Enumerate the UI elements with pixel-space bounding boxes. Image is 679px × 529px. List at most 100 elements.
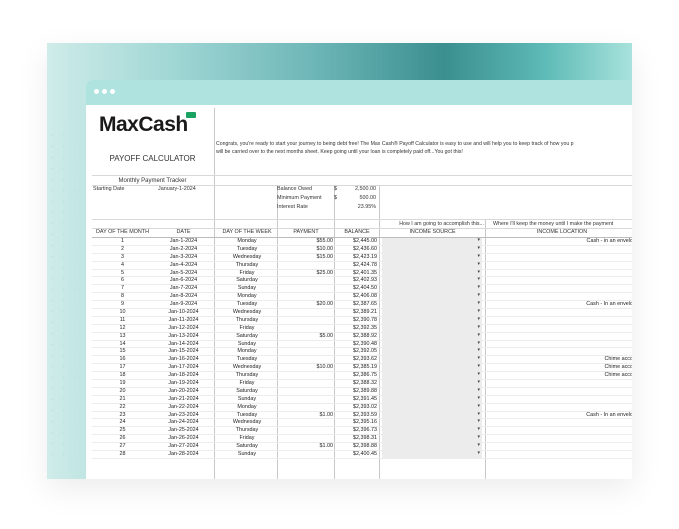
date-cell: Jan-27-2024 [168,443,199,450]
income-source-dropdown[interactable]: ▾ [382,402,482,411]
grid-divider [92,219,632,220]
table-row: 15 Jan-15-2024 Monday $2,392.05 ▾ [92,347,632,357]
income-source-dropdown[interactable]: ▾ [382,245,482,253]
day-of-month-cell: 19 [119,380,126,387]
day-of-week-cell: Friday [239,435,255,442]
chevron-down-icon: ▾ [477,355,480,362]
income-source-dropdown[interactable]: ▾ [382,276,482,285]
day-of-month-cell: 6 [121,277,124,284]
balance-cell: $2,401.35 [353,269,377,276]
window-control-dot[interactable] [110,89,115,94]
date-cell: Jan-26-2024 [168,435,199,442]
income-source-dropdown[interactable]: ▾ [382,355,482,364]
day-of-month-cell: 14 [119,340,126,347]
spreadsheet: MaxCash PAYOFF CALCULATOR Congrats, you'… [92,108,632,479]
income-source-dropdown[interactable]: ▾ [382,450,482,459]
income-source-dropdown[interactable]: ▾ [382,442,482,451]
date-cell: Jan-15-2024 [168,348,199,355]
income-source-dropdown[interactable]: ▾ [382,331,482,340]
day-of-month-cell: 15 [119,348,126,355]
day-of-month-cell: 17 [119,364,126,371]
income-source-dropdown[interactable]: ▾ [382,300,482,309]
income-source-dropdown[interactable]: ▾ [382,340,482,348]
balance-cell: $2,398.31 [353,435,377,442]
day-of-week-cell: Wednesday [232,364,262,371]
payment-rows: 1 Jan-1-2024 Monday $55.00 $2,445.00 Cash - i… [92,237,632,459]
income-source-dropdown[interactable]: ▾ [382,363,482,372]
income-location-cell[interactable]: Cash - In an envelop [488,412,632,419]
date-cell: Jan-24-2024 [168,419,199,426]
income-source-dropdown[interactable]: ▾ [382,324,482,332]
day-of-week-cell: Thursday [235,427,259,434]
payment-cell[interactable]: $5.00 [278,333,334,340]
minimum-payment-currency: $ [334,195,337,201]
day-of-week-cell: Wednesday [232,253,262,260]
income-source-dropdown[interactable]: ▾ [382,261,482,269]
income-source-dropdown[interactable]: ▾ [382,410,482,419]
balance-owed-value[interactable]: 2,500.00 [346,186,376,192]
income-source-dropdown[interactable]: ▾ [382,316,482,324]
balance-cell: $2,402.93 [353,277,377,284]
table-row: 20 Jan-20-2024 Saturday $2,389.88 ▾ [92,387,632,396]
payment-cell[interactable]: $10.00 [278,246,334,253]
payment-cell[interactable]: $25.00 [278,270,334,277]
income-source-dropdown[interactable]: ▾ [382,426,482,435]
income-source-dropdown[interactable]: ▾ [382,292,482,301]
payment-cell[interactable]: $1.00 [278,443,334,450]
chevron-down-icon: ▾ [477,402,480,409]
income-location-cell[interactable]: Cash - In an envelop [488,301,632,308]
window-control-dot[interactable] [102,89,107,94]
date-cell: Jan-23-2024 [168,411,199,418]
income-source-dropdown[interactable]: ▾ [382,269,482,277]
payment-cell[interactable]: $15.00 [278,254,334,261]
starting-date-value[interactable]: January-1-2024 [158,186,196,192]
date-cell: Jan-5-2024 [169,269,198,276]
date-cell: Jan-13-2024 [168,332,199,339]
day-of-week-cell: Saturday [236,277,258,284]
income-location-cell[interactable]: Chime accou [488,364,632,371]
payment-cell[interactable]: $55.00 [278,238,334,245]
date-cell: Jan-4-2024 [169,261,198,268]
table-row: 16 Jan-16-2024 Tuesday $2,393.62 Chime accou… [92,355,632,365]
balance-cell: $2,396.73 [353,427,377,434]
income-source-dropdown[interactable]: ▾ [382,284,482,293]
income-source-dropdown[interactable]: ▾ [382,395,482,403]
payment-cell[interactable]: $1.00 [278,412,334,419]
day-of-month-cell: 21 [119,395,126,402]
income-source-dropdown[interactable]: ▾ [382,379,482,388]
decorative-dot-grid [47,130,87,460]
balance-cell: $2,391.45 [353,395,377,402]
payment-cell[interactable]: $10.00 [278,364,334,371]
table-row: 11 Jan-11-2024 Thursday $2,390.78 ▾ [92,316,632,325]
day-of-week-cell: Sunday [237,285,257,292]
income-source-dropdown[interactable]: ▾ [382,237,482,245]
income-location-cell[interactable]: Chime accou [488,356,632,363]
income-location-cell[interactable]: Cash - in an envelop [488,238,632,245]
balance-cell: $2,423.19 [353,253,377,260]
income-source-dropdown[interactable]: ▾ [382,434,482,443]
balance-cell: $2,388.32 [353,380,377,387]
income-source-dropdown[interactable]: ▾ [382,371,482,380]
day-of-week-cell: Wednesday [232,419,262,426]
income-location-cell[interactable]: Chime accou [488,372,632,379]
minimum-payment-value[interactable]: 500.00 [346,195,377,201]
table-row: 21 Jan-21-2024 Sunday $2,391.45 ▾ [92,395,632,404]
header-balance: BALANCE [344,229,370,235]
window-control-dot[interactable] [94,89,99,94]
day-of-week-cell: Thursday [235,372,259,379]
interest-rate-value[interactable]: 23.95% [346,204,376,210]
app-window: MaxCash PAYOFF CALCULATOR Congrats, you'… [86,80,632,479]
chevron-down-icon: ▾ [477,331,480,338]
chevron-down-icon: ▾ [477,308,480,315]
payment-cell[interactable]: $20.00 [278,301,334,308]
date-cell: Jan-10-2024 [168,309,199,316]
income-source-dropdown[interactable]: ▾ [382,253,482,261]
income-source-dropdown[interactable]: ▾ [382,308,482,317]
table-row: 25 Jan-25-2024 Thursday $2,396.73 ▾ [92,426,632,436]
chevron-down-icon: ▾ [477,410,480,417]
date-cell: Jan-1-2024 [169,238,198,244]
day-of-week-cell: Saturday [236,443,258,450]
income-source-dropdown[interactable]: ▾ [382,418,482,427]
income-source-dropdown[interactable]: ▾ [382,347,482,356]
income-source-dropdown[interactable]: ▾ [382,387,482,395]
